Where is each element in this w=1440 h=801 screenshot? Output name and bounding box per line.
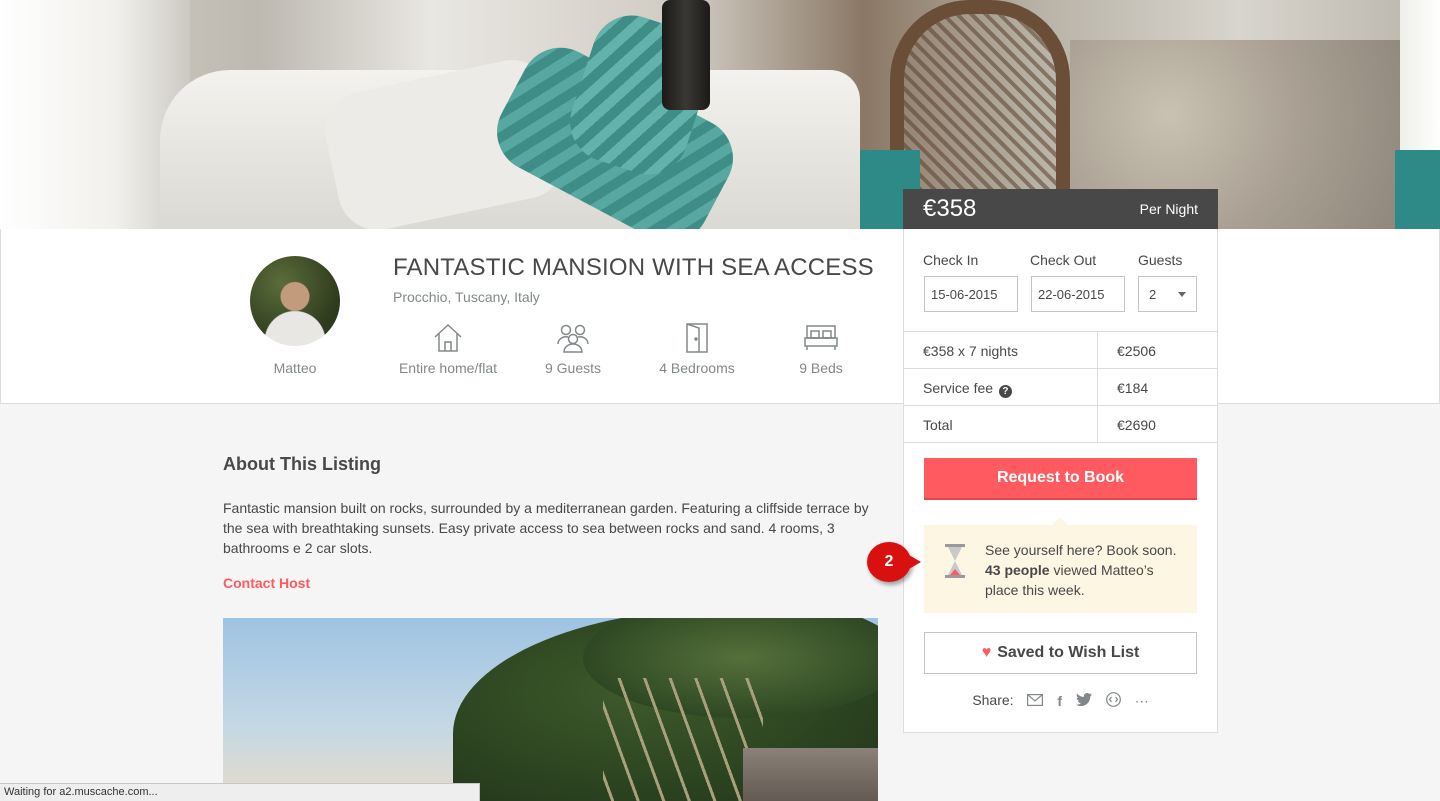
request-to-book-button[interactable]: Request to Book — [924, 458, 1197, 500]
browser-status-bar: Waiting for a2.muscache.com... — [0, 783, 480, 801]
amenity-label: 4 Bedrooms — [659, 360, 735, 376]
amenity-bedrooms: 4 Bedrooms — [632, 322, 762, 376]
price-line-nights: €358 x 7 nights €2506 — [904, 331, 1217, 369]
amenity-beds: 9 Beds — [756, 322, 886, 376]
price-line-label: Service fee — [923, 380, 994, 396]
facebook-icon[interactable]: f — [1057, 693, 1062, 709]
guests-select-value: 2 — [1149, 287, 1157, 302]
check-in-label: Check In — [923, 252, 979, 268]
house-icon — [434, 323, 462, 352]
listing-title: FANTASTIC MANSION WITH SEA ACCESS — [393, 254, 874, 281]
amenity-label: Entire home/flat — [398, 360, 498, 376]
per-night-label: Per Night — [1139, 201, 1198, 217]
price-line-value: €2506 — [1117, 343, 1156, 359]
price-line-total: Total €2690 — [904, 405, 1217, 443]
price-line-service-fee: Service fee ? €184 — [904, 368, 1217, 406]
annotation-badge: 2 — [867, 542, 921, 582]
price-bar: €358 Per Night — [903, 189, 1218, 229]
amenity-label: 9 Guests — [544, 360, 602, 376]
urgency-text: See yourself here? Book soon. 43 people … — [985, 540, 1190, 600]
check-out-label: Check Out — [1030, 252, 1097, 268]
listing-photo[interactable] — [223, 618, 878, 801]
twitter-icon[interactable] — [1075, 693, 1092, 709]
wish-list-label: Saved to Wish List — [997, 644, 1140, 661]
urgency-count: 43 people — [985, 562, 1050, 578]
hero-photo[interactable] — [0, 0, 1440, 229]
contact-host-link[interactable]: Contact Host — [223, 575, 310, 591]
host-avatar[interactable] — [250, 256, 340, 346]
door-icon — [686, 323, 708, 353]
email-icon[interactable] — [1027, 693, 1044, 709]
nightly-price: €358 — [923, 195, 977, 222]
urgency-line1: See yourself here? Book soon. — [985, 542, 1177, 558]
amenity-room-type: Entire home/flat — [383, 322, 513, 376]
wish-list-button[interactable]: ♥ Saved to Wish List — [924, 632, 1197, 674]
about-description: Fantastic mansion built on rocks, surrou… — [223, 500, 869, 556]
embed-icon[interactable] — [1105, 692, 1121, 710]
guests-label: Guests — [1138, 252, 1183, 268]
heart-icon: ♥ — [981, 644, 992, 661]
check-in-input[interactable]: 15-06-2015 — [924, 276, 1018, 312]
bed-icon — [804, 325, 838, 350]
more-icon[interactable]: ⋯ — [1135, 693, 1149, 710]
price-line-value: €2690 — [1117, 417, 1156, 433]
check-out-input[interactable]: 22-06-2015 — [1031, 276, 1125, 312]
share-row: Share: f ⋯ — [904, 692, 1217, 710]
help-icon[interactable]: ? — [998, 385, 1012, 398]
guests-select[interactable]: 2 — [1138, 276, 1197, 312]
amenity-label: 9 Beds — [799, 360, 843, 376]
price-line-value: €184 — [1117, 380, 1149, 396]
about-heading: About This Listing — [223, 454, 381, 474]
price-line-label: Total — [923, 417, 953, 433]
price-line-label-wrap: Service fee ? — [923, 380, 1012, 398]
amenity-guests: 9 Guests — [508, 322, 638, 376]
guests-icon — [557, 324, 589, 353]
host-name[interactable]: Matteo — [250, 360, 340, 376]
hourglass-icon — [945, 544, 965, 578]
listing-location[interactable]: Procchio, Tuscany, Italy — [393, 289, 540, 305]
urgency-message: See yourself here? Book soon. 43 people … — [924, 517, 1197, 613]
share-label: Share: — [972, 692, 1014, 708]
price-line-label: €358 x 7 nights — [923, 343, 1018, 359]
